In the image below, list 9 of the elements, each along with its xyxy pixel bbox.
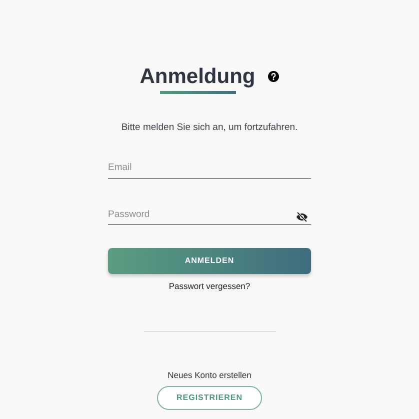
register-button[interactable]: REGISTRIEREN — [157, 386, 262, 410]
email-field[interactable]: Email — [108, 161, 311, 178]
page-title: Anmeldung — [140, 66, 256, 87]
register-prompt: Neues Konto erstellen — [168, 368, 252, 382]
help-icon[interactable] — [268, 71, 280, 82]
eye-slash-icon[interactable] — [296, 210, 308, 223]
forgot-password-link[interactable]: Passwort vergessen? — [168, 280, 250, 292]
login-button[interactable]: ANMELDEN — [108, 248, 311, 274]
subtitle-text: Bitte melden Sie sich an, um fortzufahren. — [121, 121, 298, 135]
